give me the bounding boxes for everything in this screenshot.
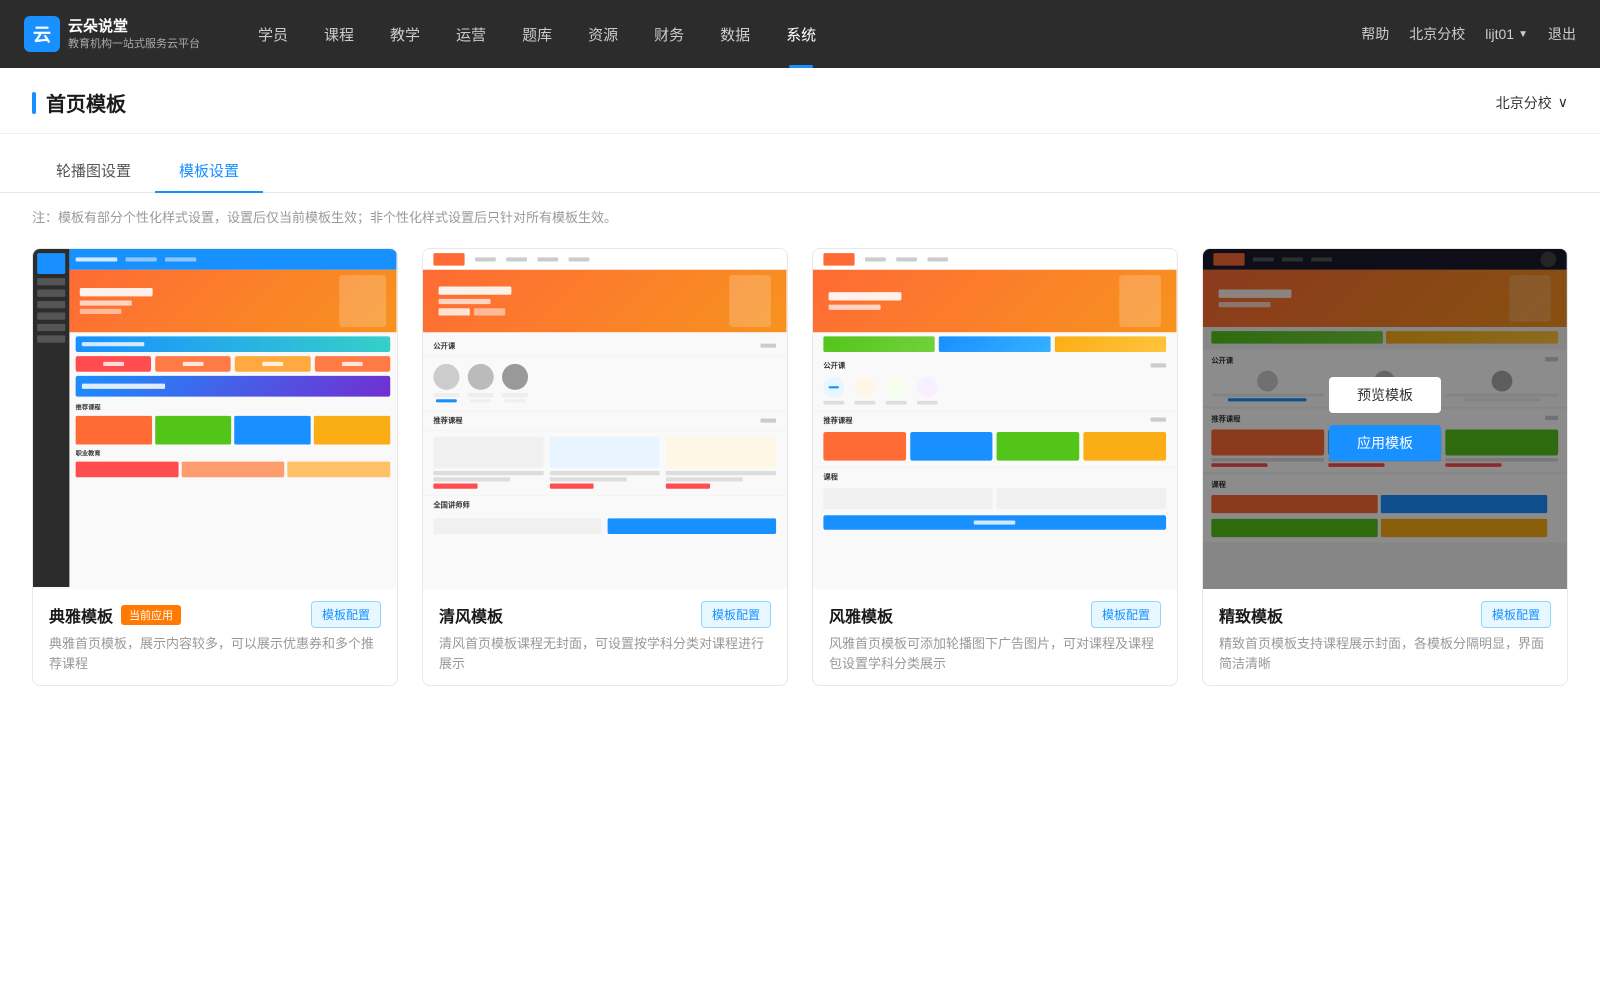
template-3-badges: 风雅模板 — [829, 603, 893, 627]
template-1-name-row: 典雅模板 当前应用 模板配置 — [49, 601, 381, 628]
navbar-right: 帮助 北京分校 lijt01 ▼ 退出 — [1361, 24, 1576, 44]
template-3-config-btn[interactable]: 模板配置 — [1091, 601, 1161, 628]
templates-grid: 推荐课程 职业教育 — [0, 240, 1600, 726]
template-1-name: 典雅模板 — [49, 603, 113, 627]
nav-students[interactable]: 学员 — [240, 0, 306, 68]
logo[interactable]: 云 云朵说堂 教育机构一站式服务云平台 — [24, 16, 200, 52]
template-preview-2: 公开课 — [423, 249, 787, 589]
template-4-hover-overlay: 预览模板 应用模板 — [1203, 249, 1567, 589]
navbar: 云 云朵说堂 教育机构一站式服务云平台 学员 课程 教学 运营 题库 资源 财务… — [0, 0, 1600, 68]
main-nav: 学员 课程 教学 运营 题库 资源 财务 数据 系统 — [240, 0, 1361, 68]
template-1-config-btn[interactable]: 模板配置 — [311, 601, 381, 628]
template-3-name: 风雅模板 — [829, 603, 893, 627]
branch-chevron-icon: ∨ — [1558, 94, 1568, 111]
template-4-config-btn[interactable]: 模板配置 — [1481, 601, 1551, 628]
logo-text: 云朵说堂 教育机构一站式服务云平台 — [68, 17, 200, 51]
template-3-footer: 风雅模板 模板配置 风雅首页模板可添加轮播图下广告图片，可对课程及课程包设置学科… — [813, 589, 1177, 685]
page-title: 首页模板 — [32, 88, 126, 117]
nav-resources[interactable]: 资源 — [570, 0, 636, 68]
logout-link[interactable]: 退出 — [1548, 24, 1576, 44]
template-2-name-row: 清风模板 模板配置 — [439, 601, 771, 628]
template-1-badges: 典雅模板 当前应用 — [49, 603, 181, 627]
nav-data[interactable]: 数据 — [702, 0, 768, 68]
template-3-name-row: 风雅模板 模板配置 — [829, 601, 1161, 628]
tabs-container: 轮播图设置 模板设置 — [0, 134, 1600, 193]
template-2-config-btn[interactable]: 模板配置 — [701, 601, 771, 628]
nav-courses[interactable]: 课程 — [306, 0, 372, 68]
template-1-footer: 典雅模板 当前应用 模板配置 典雅首页模板，展示内容较多，可以展示优惠券和多个推… — [33, 589, 397, 685]
template-2-name: 清风模板 — [439, 603, 503, 627]
page-header: 首页模板 北京分校 ∨ — [0, 68, 1600, 134]
template-4-desc: 精致首页模板支持课程展示封面，各模板分隔明显，界面简洁清晰 — [1219, 634, 1551, 673]
note-bar: 注：模板有部分个性化样式设置，设置后仅当前模板生效；非个性化样式设置后只针对所有… — [0, 193, 1600, 240]
template-4-apply-btn[interactable]: 应用模板 — [1329, 425, 1441, 461]
template-3-desc: 风雅首页模板可添加轮播图下广告图片，可对课程及课程包设置学科分类展示 — [829, 634, 1161, 673]
nav-finance[interactable]: 财务 — [636, 0, 702, 68]
template-1-desc: 典雅首页模板，展示内容较多，可以展示优惠券和多个推荐课程 — [49, 634, 381, 673]
template-4-badges: 精致模板 — [1219, 603, 1283, 627]
template-2-badges: 清风模板 — [439, 603, 503, 627]
help-link[interactable]: 帮助 — [1361, 24, 1389, 44]
nav-teaching[interactable]: 教学 — [372, 0, 438, 68]
tab-template[interactable]: 模板设置 — [155, 150, 263, 193]
template-card-3: 公开课 — [812, 248, 1178, 686]
template-preview-1: 推荐课程 职业教育 — [33, 249, 397, 589]
branch-selector[interactable]: 北京分校 ∨ — [1496, 93, 1568, 113]
note-text: 注：模板有部分个性化样式设置，设置后仅当前模板生效；非个性化样式设置后只针对所有… — [32, 210, 617, 225]
template-4-name-row: 精致模板 模板配置 — [1219, 601, 1551, 628]
user-dropdown[interactable]: lijt01 ▼ — [1485, 26, 1528, 42]
chevron-down-icon: ▼ — [1518, 29, 1528, 40]
template-preview-3: 公开课 — [813, 249, 1177, 589]
template-card-4: 公开课 — [1202, 248, 1568, 686]
template-card-1: 推荐课程 职业教育 — [32, 248, 398, 686]
tab-carousel[interactable]: 轮播图设置 — [32, 150, 155, 193]
nav-questions[interactable]: 题库 — [504, 0, 570, 68]
branch-link[interactable]: 北京分校 — [1409, 24, 1465, 44]
template-2-desc: 清风首页模板课程无封面，可设置按学科分类对课程进行展示 — [439, 634, 771, 673]
template-2-footer: 清风模板 模板配置 清风首页模板课程无封面，可设置按学科分类对课程进行展示 — [423, 589, 787, 685]
template-preview-4: 公开课 — [1203, 249, 1567, 589]
template-4-preview-btn[interactable]: 预览模板 — [1329, 377, 1441, 413]
nav-operations[interactable]: 运营 — [438, 0, 504, 68]
template-1-current-badge: 当前应用 — [121, 605, 181, 625]
page-content: 首页模板 北京分校 ∨ 轮播图设置 模板设置 注：模板有部分个性化样式设置，设置… — [0, 68, 1600, 990]
template-4-footer: 精致模板 模板配置 精致首页模板支持课程展示封面，各模板分隔明显，界面简洁清晰 — [1203, 589, 1567, 685]
logo-icon: 云 — [24, 16, 60, 52]
branch-label: 北京分校 — [1496, 93, 1552, 113]
username: lijt01 — [1485, 26, 1514, 42]
template-card-2: 公开课 — [422, 248, 788, 686]
template-4-name: 精致模板 — [1219, 603, 1283, 627]
nav-system[interactable]: 系统 — [768, 0, 834, 68]
